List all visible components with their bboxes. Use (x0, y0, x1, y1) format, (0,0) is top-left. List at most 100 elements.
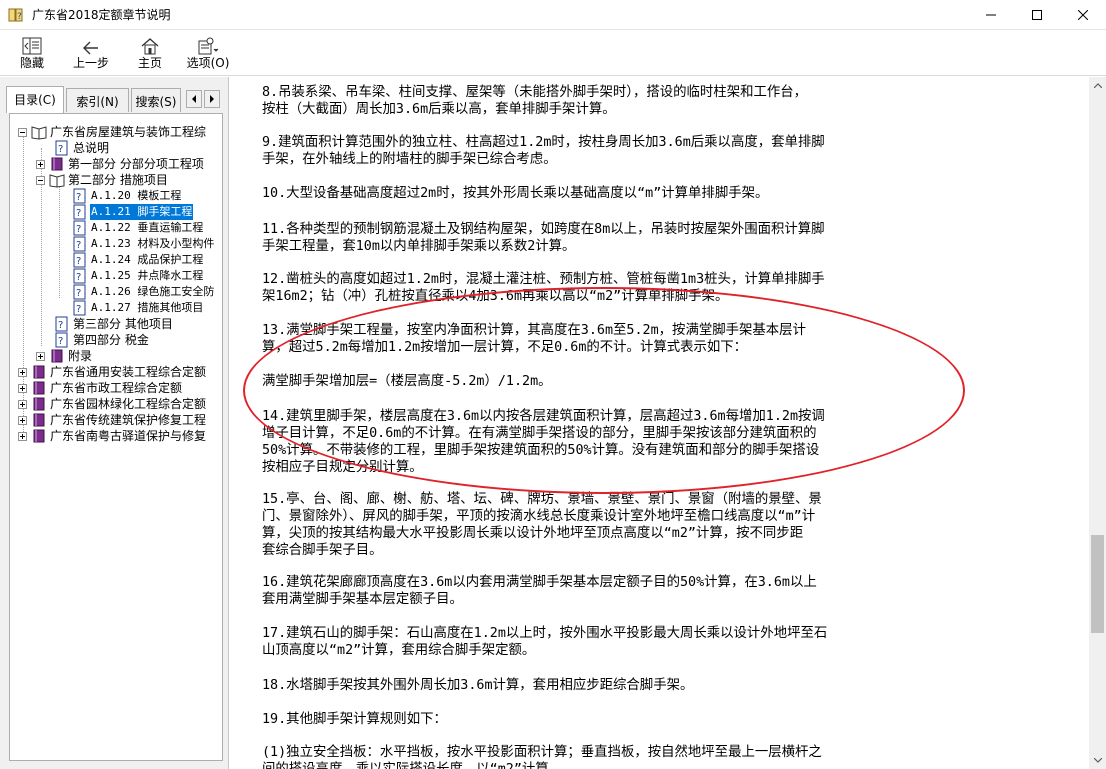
tab-index[interactable]: 索引(N) (66, 88, 129, 112)
tree-node-general[interactable]: ? 总说明 (54, 140, 110, 156)
text-line: 算，超过5.2m每增加1.2m按增加一层计算，不足0.6m的不计。计算式表示如下… (262, 340, 748, 355)
text-line: 10.大型设备基础高度超过2m时，按其外形周长乘以基础高度以“m”计算单排脚手架… (262, 186, 769, 201)
tree-node-a120[interactable]: ? A.1.20 模板工程 (72, 188, 182, 204)
text-line: 门、景窗除外）、屏风的脚手架，平顶的按滴水线总长度乘设计室外地坪至檐口线高度以“… (262, 509, 816, 524)
text-line: 11.各种类型的预制钢筋混凝土及钢结构屋架，如跨度在8m以上，吊装时按屋架外围面… (262, 222, 825, 237)
tab-contents[interactable]: 目录(C) (6, 86, 64, 113)
tree-node-part4[interactable]: ? 第四部分 税金 (54, 332, 150, 348)
expand-toggle[interactable] (18, 367, 27, 377)
expand-toggle[interactable] (18, 399, 27, 409)
collapse-toggle[interactable] (36, 175, 45, 185)
tree-node-label: 第一部分 分部分项工程项 (68, 157, 204, 171)
tab-contents-label: 目录(C) (14, 93, 56, 107)
tree-node-a124[interactable]: ? A.1.24 成品保护工程 (72, 252, 204, 268)
hide-label: 隐藏 (19, 56, 44, 70)
scroll-down-button[interactable] (1089, 752, 1106, 769)
text-line: 按相应子目规定分别计算。 (262, 460, 423, 475)
tree-node-label: 第二部分 措施项目 (68, 173, 168, 187)
closed-book-icon (33, 413, 45, 427)
tree-node-book6[interactable]: 广东省南粤古驿道保护与修复 (18, 428, 207, 444)
tree-node-root[interactable]: 广东省房屋建筑与装饰工程综 (18, 124, 207, 140)
tree-node-a121[interactable]: ? A.1.21 脚手架工程 (72, 204, 194, 220)
text-line: 套用满堂脚手架基本层定额子目。 (262, 592, 463, 607)
text-line: 13.满堂脚手架工程量，按室内净面积计算，其高度在3.6m至5.2m，按满堂脚手… (262, 323, 806, 338)
tree-node-part3[interactable]: ? 第三部分 其他项目 (54, 316, 174, 332)
paragraph-19-1: (1)独立安全挡板：水平挡板，按水平投影面积计算；垂直挡板，按自然地坪至最上一层… (262, 744, 1062, 769)
expand-toggle[interactable] (36, 159, 45, 169)
tree-node-label: 广东省园林绿化工程综合定额 (50, 397, 207, 411)
tree-node-part1[interactable]: 第一部分 分部分项工程项 (36, 156, 205, 172)
text-line: 架16m2；钻（冲）孔桩按直径乘以4加3.6m再乘以高以“m2”计算单排脚手架。 (262, 289, 729, 304)
tree-node-book4[interactable]: 广东省园林绿化工程综合定额 (18, 396, 207, 412)
tab-search[interactable]: 搜索(S) (131, 88, 181, 112)
hide-pane-icon (22, 37, 42, 55)
toolbar: 隐藏 上一步 主页 选项(O) (0, 30, 1106, 76)
tree-node-a127[interactable]: ? A.1.27 措施其他项目 (72, 300, 204, 316)
svg-text:?: ? (76, 208, 81, 219)
text-line: 手架工程量，套10m以内单排脚手架乘以系数2计算。 (262, 239, 576, 254)
hide-button[interactable]: 隐藏 (14, 33, 50, 73)
help-topic-icon: ? (73, 236, 86, 252)
expand-toggle[interactable] (36, 351, 45, 361)
paragraph-16: 16.建筑花架廊廊顶高度在3.6m以内套用满堂脚手架基本层定额子目的50%计算，… (262, 574, 1062, 608)
home-button[interactable]: 主页 (134, 33, 166, 73)
collapse-toggle[interactable] (18, 127, 27, 137)
vertical-scrollbar[interactable] (1089, 77, 1106, 769)
tree-node-label: A.1.27 措施其他项目 (91, 301, 204, 314)
navigation-pane: 目录(C) 索引(N) 搜索(S) 广东省房屋建筑与装饰工程综 ? 总说明 第一… (0, 77, 229, 769)
tree-node-book5[interactable]: 广东省传统建筑保护修复工程 (18, 412, 207, 428)
expand-toggle[interactable] (18, 415, 27, 425)
text-line: 19.其他脚手架计算规则如下： (262, 712, 447, 727)
text-line: 算，尖顶的按其结构最大水平投影周长乘以设计外地坪至顶点高度以“m2”计算，按不同… (262, 526, 804, 541)
options-button[interactable]: 选项(O) (184, 33, 232, 73)
paragraph-12: 12.凿桩头的高度如超过1.2m时，混凝土灌注桩、预制方桩、管桩每凿1m3桩头，… (262, 271, 1062, 305)
tree-node-label: A.1.25 井点降水工程 (91, 269, 204, 282)
text-line: 8.吊装系梁、吊车梁、柱间支撑、屋架等（未能搭外脚手架时），搭设的临时柱架和工作… (262, 85, 808, 100)
paragraph-15: 15.亭、台、阁、廊、榭、舫、塔、坛、碑、牌坊、景墙、景壁、景门、景窗（附墙的景… (262, 491, 1062, 559)
help-topic-icon: ? (55, 316, 68, 332)
text-line: 手架，在外轴线上的附墙柱的脚手架已综合考虑。 (262, 152, 557, 167)
formula-line: 满堂脚手架增加层=（楼层高度-5.2m）/1.2m。 (262, 373, 1062, 390)
tree-node-label: 总说明 (73, 141, 110, 155)
paragraph-18: 18.水塔脚手架按其外围外周长加3.6m计算，套用相应步距综合脚手架。 (262, 677, 1062, 694)
tab-index-label: 索引(N) (76, 95, 119, 109)
expand-toggle[interactable] (18, 383, 27, 393)
close-icon (1078, 10, 1088, 20)
tree-node-label: 附录 (68, 349, 93, 363)
closed-book-icon (33, 381, 45, 395)
scroll-thumb[interactable] (1091, 535, 1104, 633)
tree-node-a122[interactable]: ? A.1.22 垂直运输工程 (72, 220, 204, 236)
text-line: 按柱（大截面）周长加3.6m后乘以高，套单排脚手架计算。 (262, 102, 616, 117)
tree-node-book2[interactable]: 广东省通用安装工程综合定额 (18, 364, 207, 380)
paragraph-14: 14.建筑里脚手架，楼层高度在3.6m以内按各层建筑面积计算，层高超过3.6m每… (262, 408, 1062, 476)
close-button[interactable] (1060, 0, 1106, 30)
tree-node-a125[interactable]: ? A.1.25 井点降水工程 (72, 268, 204, 284)
tree-node-label: 广东省传统建筑保护修复工程 (50, 413, 207, 427)
tree-node-label: 广东省市政工程综合定额 (50, 381, 183, 395)
minimize-button[interactable] (968, 0, 1014, 30)
text-line: 间的搭设高度，乘以实际搭设长度，以“m2”计算。 (262, 761, 1062, 769)
paragraph-9: 9.建筑面积计算范围外的独立柱、柱高超过1.2m时，按柱身周长加3.6m后乘以高… (262, 134, 1062, 168)
tree-node-label: A.1.24 成品保护工程 (91, 253, 204, 266)
scroll-up-button[interactable] (1089, 77, 1106, 94)
svg-text:?: ? (58, 336, 63, 347)
text-line: 山顶高度以“m2”计算，套用综合脚手架定额。 (262, 643, 536, 658)
open-book-icon (49, 174, 65, 188)
topic-content: 8.吊装系梁、吊车梁、柱间支撑、屋架等（未能搭外脚手架时），搭设的临时柱架和工作… (230, 77, 1089, 769)
tab-scroll-left-button[interactable] (186, 90, 202, 108)
tree-node-book3[interactable]: 广东省市政工程综合定额 (18, 380, 183, 396)
tree-node-a126[interactable]: ? A.1.26 绿色施工安全防 (72, 284, 215, 300)
expand-toggle[interactable] (18, 431, 27, 441)
help-topic-icon: ? (73, 268, 86, 284)
tree-node-part2[interactable]: 第二部分 措施项目 (36, 172, 169, 188)
maximize-button[interactable] (1014, 0, 1060, 30)
tree-node-a123[interactable]: ? A.1.23 材料及小型构件 (72, 236, 215, 252)
tab-scroll-right-button[interactable] (204, 90, 220, 108)
tree-node-appendix[interactable]: 附录 (36, 348, 93, 364)
tree-node-label: A.1.23 材料及小型构件 (91, 237, 215, 250)
back-button[interactable]: 上一步 (70, 33, 112, 73)
help-book-icon: ? (8, 8, 23, 22)
paragraph-10: 10.大型设备基础高度超过2m时，按其外形周长乘以基础高度以“m”计算单排脚手架… (262, 185, 1062, 202)
svg-text:?: ? (58, 144, 63, 155)
svg-text:?: ? (76, 192, 81, 203)
